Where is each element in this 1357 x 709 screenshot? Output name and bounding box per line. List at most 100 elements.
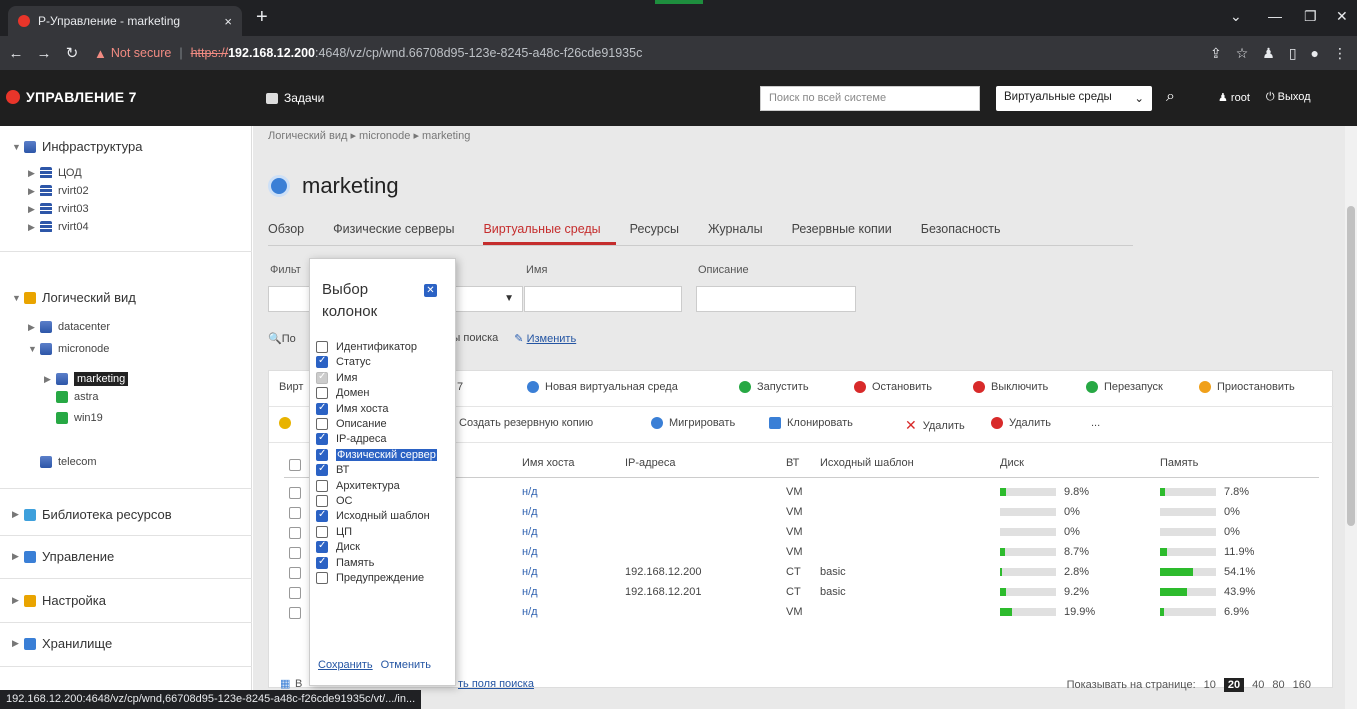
expand-arrow-icon[interactable]: ▼ bbox=[12, 142, 24, 152]
tree-node-datacenter[interactable]: ▶ datacenter bbox=[28, 321, 110, 333]
tab-virtual-envs[interactable]: Виртуальные среды bbox=[483, 216, 616, 245]
suspend-button[interactable]: Приостановить bbox=[1199, 381, 1295, 393]
scrollbar-thumb[interactable] bbox=[1347, 206, 1355, 526]
tab-security[interactable]: Безопасность bbox=[921, 216, 1016, 245]
row-checkbox[interactable] bbox=[289, 527, 301, 539]
clone-button[interactable]: Клонировать bbox=[769, 417, 853, 429]
option-checkbox[interactable] bbox=[316, 479, 328, 492]
tree-node-infrastructure[interactable]: ▼ Инфраструктура bbox=[12, 139, 142, 154]
extension-icon[interactable]: ♟ bbox=[1262, 45, 1275, 62]
browser-tab[interactable]: Р-Управление - marketing × bbox=[8, 6, 242, 36]
delete-button[interactable]: ✕ Удалить bbox=[905, 417, 965, 434]
tree-node-library[interactable]: ▶ Библиотека ресурсов bbox=[12, 507, 172, 522]
col-header-host[interactable]: Имя хоста bbox=[522, 457, 575, 469]
column-option[interactable]: Предупреждение bbox=[316, 572, 424, 584]
tasks-link[interactable]: Задачи bbox=[266, 91, 324, 105]
per-page-10[interactable]: 10 bbox=[1204, 679, 1216, 691]
tree-node-management[interactable]: ▶ Управление bbox=[12, 549, 114, 564]
collapse-arrow-icon[interactable]: ▶ bbox=[28, 322, 40, 333]
option-checkbox[interactable] bbox=[316, 341, 328, 353]
share-icon[interactable]: ⇪ bbox=[1210, 45, 1222, 62]
tree-node-dc[interactable]: ▶ ЦОД bbox=[28, 167, 82, 179]
user-menu[interactable]: ♟ root bbox=[1218, 91, 1250, 104]
option-checkbox[interactable] bbox=[316, 418, 328, 430]
option-checkbox[interactable] bbox=[316, 432, 328, 446]
select-all-checkbox[interactable] bbox=[289, 459, 301, 471]
col-header-memory[interactable]: Память bbox=[1160, 457, 1198, 469]
column-option[interactable]: Имя хоста bbox=[316, 402, 389, 415]
profile-icon[interactable]: ● bbox=[1311, 45, 1319, 61]
delete-hard-button[interactable]: Удалить bbox=[991, 417, 1051, 429]
tree-node-micronode[interactable]: ▼ micronode bbox=[28, 343, 109, 355]
search-button[interactable]: 🔍По bbox=[268, 332, 296, 345]
backup-button[interactable]: Создать резервную копию bbox=[459, 417, 593, 429]
more-button[interactable]: ... bbox=[1091, 417, 1100, 429]
tree-node-win19[interactable]: win19 bbox=[56, 412, 103, 424]
reload-icon[interactable]: ↻ bbox=[60, 44, 84, 62]
tree-node-rvirt03[interactable]: ▶ rvirt03 bbox=[28, 203, 89, 215]
collapse-arrow-icon[interactable]: ▶ bbox=[28, 168, 40, 179]
per-page-40[interactable]: 40 bbox=[1252, 679, 1264, 691]
save-button[interactable]: Сохранить bbox=[318, 659, 373, 671]
env-type-select[interactable]: Виртуальные среды ⌄ bbox=[996, 86, 1152, 111]
option-checkbox[interactable] bbox=[316, 387, 328, 400]
new-env-button[interactable]: Новая виртуальная среда bbox=[527, 381, 678, 393]
stop-button[interactable]: Остановить bbox=[854, 381, 932, 393]
page-scrollbar[interactable] bbox=[1345, 126, 1357, 709]
row-checkbox[interactable] bbox=[289, 607, 301, 619]
collapse-arrow-icon[interactable]: ▶ bbox=[28, 222, 40, 233]
close-window-icon[interactable]: ✕ bbox=[1336, 8, 1348, 25]
name-filter-input[interactable] bbox=[524, 286, 682, 312]
close-icon[interactable]: ✕ bbox=[424, 284, 437, 297]
collapse-arrow-icon[interactable]: ▶ bbox=[44, 374, 56, 385]
start-button[interactable]: Запустить bbox=[739, 381, 809, 393]
logout-button[interactable]: ⏻ Выход bbox=[1266, 91, 1311, 104]
side-panel-icon[interactable]: ▯ bbox=[1289, 45, 1297, 62]
more-actions-icon[interactable] bbox=[279, 417, 297, 429]
col-header-ip[interactable]: IP-адреса bbox=[625, 457, 675, 469]
menu-kebab-icon[interactable]: ⋮ bbox=[1333, 45, 1347, 62]
row-checkbox[interactable] bbox=[289, 507, 301, 519]
collapse-arrow-icon[interactable]: ▶ bbox=[28, 186, 40, 197]
url-field[interactable]: ▲ Not secure | https:// 192.168.12.200 :… bbox=[94, 40, 642, 66]
row-checkbox[interactable] bbox=[289, 487, 301, 499]
tree-node-storage[interactable]: ▶ Хранилище bbox=[12, 636, 112, 651]
column-option[interactable]: ВТ bbox=[316, 463, 349, 477]
option-checkbox[interactable] bbox=[316, 402, 328, 415]
collapse-arrow-icon[interactable]: ▶ bbox=[12, 509, 24, 520]
expand-arrow-icon[interactable]: ▼ bbox=[28, 344, 40, 354]
tree-node-marketing[interactable]: ▶ marketing bbox=[44, 372, 129, 386]
back-icon[interactable]: ← bbox=[4, 45, 28, 62]
option-checkbox[interactable] bbox=[316, 525, 328, 538]
col-header-disk[interactable]: Диск bbox=[1000, 457, 1024, 469]
tree-node-astra[interactable]: astra bbox=[56, 391, 98, 403]
global-search-input[interactable]: Поиск по всей системе bbox=[760, 86, 980, 111]
option-checkbox[interactable] bbox=[316, 509, 328, 523]
tab-physical-servers[interactable]: Физические серверы bbox=[333, 216, 469, 245]
expand-arrow-icon[interactable]: ▼ bbox=[12, 293, 24, 303]
tree-node-logical-view[interactable]: ▼ Логический вид bbox=[12, 290, 136, 305]
breadcrumb[interactable]: Логический вид ▸ micronode ▸ marketing bbox=[268, 129, 470, 142]
tree-node-settings[interactable]: ▶ Настройка bbox=[12, 593, 106, 608]
option-checkbox[interactable] bbox=[316, 355, 328, 369]
column-option[interactable]: Исходный шаблон bbox=[316, 509, 430, 523]
option-checkbox[interactable] bbox=[316, 572, 328, 584]
per-page-80[interactable]: 80 bbox=[1272, 679, 1284, 691]
bookmark-star-icon[interactable]: ☆ bbox=[1236, 45, 1249, 62]
col-header-template[interactable]: Исходный шаблон bbox=[820, 457, 914, 469]
tab-backups[interactable]: Резервные копии bbox=[792, 216, 907, 245]
row-checkbox[interactable] bbox=[289, 547, 301, 559]
column-option[interactable]: Архитектура bbox=[316, 479, 400, 492]
option-checkbox[interactable] bbox=[316, 463, 328, 477]
collapse-arrow-icon[interactable]: ▶ bbox=[12, 551, 24, 562]
collapse-arrow-icon[interactable]: ▶ bbox=[28, 204, 40, 215]
row-checkbox[interactable] bbox=[289, 567, 301, 579]
tab-search-icon[interactable]: ⌄ bbox=[1230, 8, 1242, 25]
description-filter-input[interactable] bbox=[696, 286, 856, 312]
column-option[interactable]: Домен bbox=[316, 387, 369, 400]
new-tab-button[interactable]: + bbox=[256, 7, 268, 27]
column-option[interactable]: Идентификатор bbox=[316, 341, 417, 353]
reset-search-link[interactable]: ть поля поиска bbox=[458, 678, 534, 690]
column-option[interactable]: ЦП bbox=[316, 525, 352, 538]
per-page-160[interactable]: 160 bbox=[1293, 679, 1311, 691]
